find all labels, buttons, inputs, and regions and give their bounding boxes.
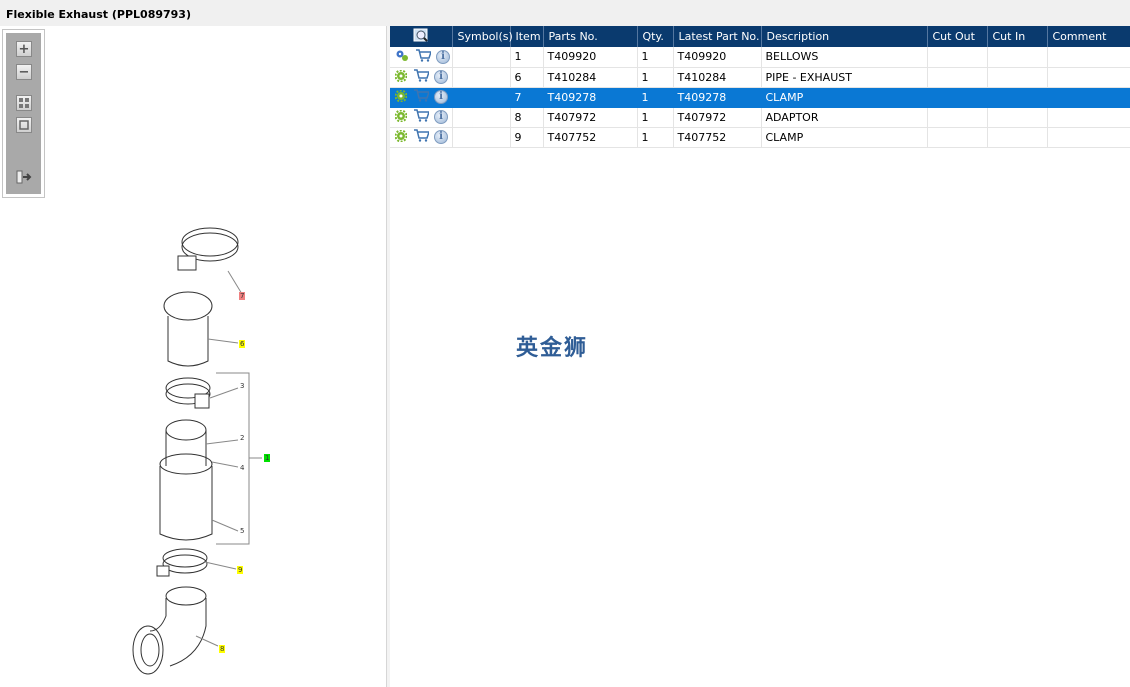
info-icon[interactable]: i: [436, 49, 450, 64]
cell-description: ADAPTOR: [761, 107, 928, 128]
parts-table: Symbol(s) Item Parts No. Qty. Latest Par…: [390, 26, 1130, 148]
column-comment[interactable]: Comment: [1047, 26, 1130, 47]
window-title: Flexible Exhaust (PPL089793): [0, 0, 1130, 26]
row-actions: i: [390, 127, 453, 148]
cell-parts-no: T409920: [543, 47, 638, 68]
cell-cut-in: [987, 67, 1048, 88]
cell-qty: 1: [637, 87, 674, 108]
column-cut-in[interactable]: Cut In: [987, 26, 1048, 47]
gear-icon[interactable]: [394, 89, 408, 105]
cell-description: CLAMP: [761, 87, 928, 108]
cell-latest-part-no: T410284: [673, 67, 762, 88]
cell-cut-out: [927, 107, 988, 128]
column-description[interactable]: Description: [761, 26, 928, 47]
cell-item: 9: [510, 127, 544, 148]
parts-list-panel: Symbol(s) Item Parts No. Qty. Latest Par…: [390, 26, 1130, 687]
table-row[interactable]: i 1 T409920 1 T409920 BELLOWS: [390, 47, 1130, 68]
table-row[interactable]: i 8 T407972 1 T407972 ADAPTOR: [390, 107, 1130, 128]
cell-item: 6: [510, 67, 544, 88]
cell-cut-out: [927, 47, 988, 68]
cell-qty: 1: [637, 127, 674, 148]
info-icon[interactable]: i: [434, 70, 448, 84]
row-actions: i: [390, 67, 453, 88]
watermark-logo: 英金狮: [516, 336, 589, 361]
callout-4[interactable]: 4: [239, 464, 245, 472]
diagram-panel[interactable]: + − 7 6 3 2 1 4 5 9 8: [0, 26, 387, 687]
cell-cut-out: [927, 127, 988, 148]
cell-comment: [1047, 127, 1130, 148]
cart-icon[interactable]: [413, 129, 430, 145]
cell-parts-no: T407972: [543, 107, 638, 128]
cell-parts-no: T409278: [543, 87, 638, 108]
cell-cut-in: [987, 47, 1048, 68]
cell-latest-part-no: T407972: [673, 107, 762, 128]
cell-symbols: [452, 87, 511, 108]
cell-symbols: [452, 127, 511, 148]
column-symbols[interactable]: Symbol(s): [452, 26, 513, 47]
cell-qty: 1: [637, 107, 674, 128]
cell-symbols: [452, 67, 511, 88]
callout-8[interactable]: 8: [219, 645, 226, 653]
callout-6[interactable]: 6: [239, 340, 246, 348]
table-row[interactable]: i 6 T410284 1 T410284 PIPE - EXHAUST: [390, 67, 1130, 88]
column-item[interactable]: Item: [510, 26, 544, 47]
exploded-parts-diagram: [132, 227, 262, 675]
callout-5[interactable]: 5: [239, 527, 245, 535]
callout-7[interactable]: 7: [239, 292, 246, 300]
cell-item: 8: [510, 107, 544, 128]
cell-cut-in: [987, 127, 1048, 148]
table-row[interactable]: i 7 T409278 1 T409278 CLAMP: [390, 87, 1130, 108]
table-row[interactable]: i 9 T407752 1 T407752 CLAMP: [390, 127, 1130, 148]
info-icon[interactable]: i: [434, 90, 448, 104]
gear-icon[interactable]: [394, 69, 408, 85]
gears-icon[interactable]: [395, 49, 409, 65]
info-icon[interactable]: i: [434, 110, 448, 124]
cell-item: 1: [510, 47, 544, 68]
cell-cut-out: [927, 87, 988, 108]
cart-icon[interactable]: [413, 69, 430, 85]
info-icon[interactable]: i: [434, 130, 448, 144]
gear-icon[interactable]: [394, 109, 408, 125]
cell-cut-in: [987, 87, 1048, 108]
column-parts-no[interactable]: Parts No.: [543, 26, 638, 47]
callout-1[interactable]: 1: [264, 454, 271, 462]
callout-3[interactable]: 3: [239, 382, 245, 390]
cell-description: CLAMP: [761, 127, 928, 148]
cell-latest-part-no: T407752: [673, 127, 762, 148]
gear-icon[interactable]: [394, 129, 408, 145]
cell-item: 7: [510, 87, 544, 108]
cell-parts-no: T410284: [543, 67, 638, 88]
cell-symbols: [452, 47, 511, 68]
cart-icon[interactable]: [413, 89, 430, 105]
cell-qty: 1: [637, 67, 674, 88]
cell-latest-part-no: T409278: [673, 87, 762, 108]
cell-comment: [1047, 107, 1130, 128]
cell-description: PIPE - EXHAUST: [761, 67, 928, 88]
table-header: Symbol(s) Item Parts No. Qty. Latest Par…: [390, 26, 1130, 47]
column-cut-out[interactable]: Cut Out: [927, 26, 988, 47]
cart-icon[interactable]: [413, 109, 430, 125]
row-actions: i: [390, 47, 453, 68]
cell-parts-no: T407752: [543, 127, 638, 148]
row-actions: i: [390, 107, 453, 128]
cell-comment: [1047, 47, 1130, 68]
cell-cut-out: [927, 67, 988, 88]
cell-qty: 1: [637, 47, 674, 68]
column-filter-button[interactable]: [390, 26, 453, 47]
row-actions: i: [390, 87, 453, 108]
cart-icon[interactable]: [415, 49, 432, 65]
column-qty[interactable]: Qty.: [637, 26, 674, 47]
cell-comment: [1047, 67, 1130, 88]
cell-latest-part-no: T409920: [673, 47, 762, 68]
search-list-icon: [413, 28, 429, 46]
callout-9[interactable]: 9: [237, 566, 244, 574]
cell-symbols: [452, 107, 511, 128]
column-latest-part-no[interactable]: Latest Part No.: [673, 26, 762, 47]
cell-cut-in: [987, 107, 1048, 128]
cell-description: BELLOWS: [761, 47, 928, 68]
cell-comment: [1047, 87, 1130, 108]
callout-2[interactable]: 2: [239, 434, 245, 442]
